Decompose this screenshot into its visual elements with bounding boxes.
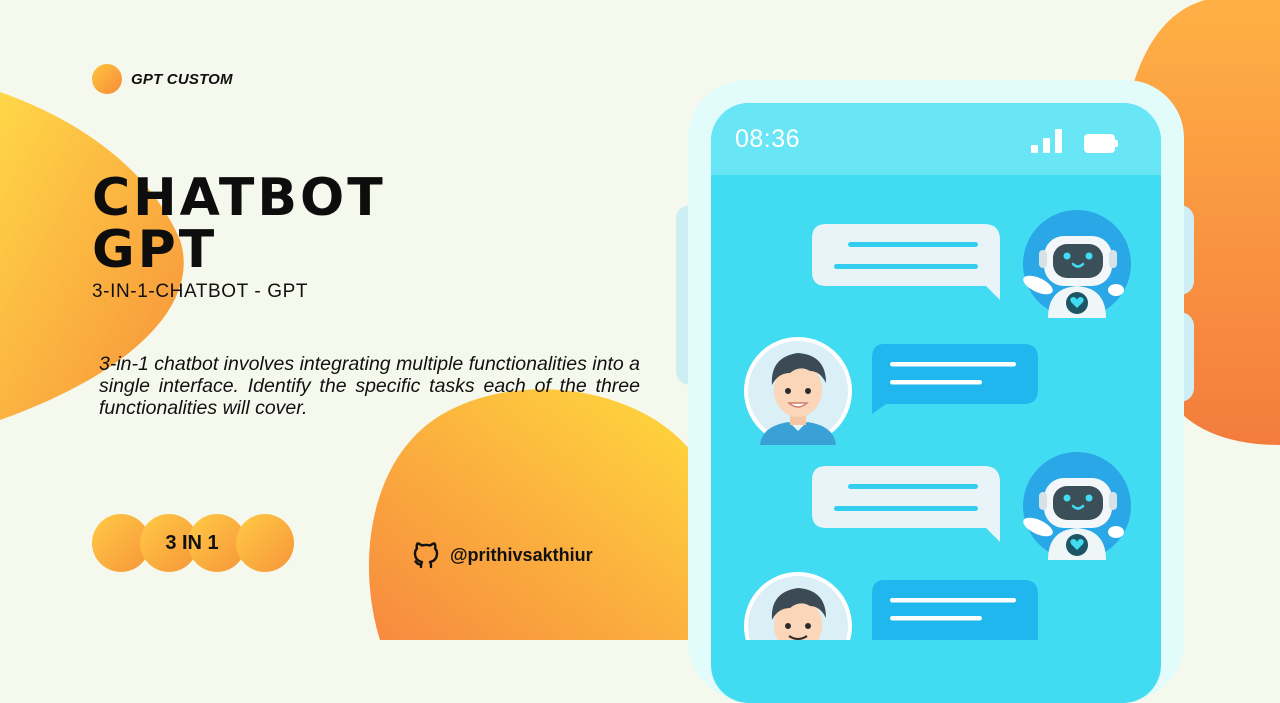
user-avatar-icon: [744, 337, 852, 445]
status-bar: 08:36: [711, 103, 1161, 175]
user-message-bubble: [872, 344, 1038, 414]
brand-label: GPT CUSTOM: [131, 70, 233, 88]
github-icon: [413, 542, 439, 569]
robot-avatar-icon: [1023, 210, 1131, 318]
circle-dot-icon: [92, 64, 122, 94]
github-link[interactable]: @prithivsakthiur: [412, 540, 593, 570]
page-title: CHATBOT GPT: [92, 172, 386, 276]
status-time: 08:36: [735, 125, 801, 153]
github-handle[interactable]: @prithivsakthiur: [450, 545, 593, 566]
badge-label: 3 IN 1: [165, 532, 219, 554]
brand: GPT CUSTOM: [92, 64, 233, 94]
title-line-1: CHATBOT: [92, 168, 386, 228]
user-message-bubble: [872, 580, 1038, 640]
center-gradient-blob: [368, 389, 690, 640]
user-avatar-icon: [744, 572, 852, 640]
subtitle: 3-IN-1-CHATBOT - GPT: [92, 281, 309, 302]
title-line-2: GPT: [92, 220, 218, 280]
robot-avatar-icon: [1023, 452, 1131, 560]
description: 3-in-1 chatbot involves integrating mult…: [99, 353, 640, 419]
bot-message-bubble: [812, 224, 1000, 300]
bot-message-bubble: [812, 466, 1000, 542]
